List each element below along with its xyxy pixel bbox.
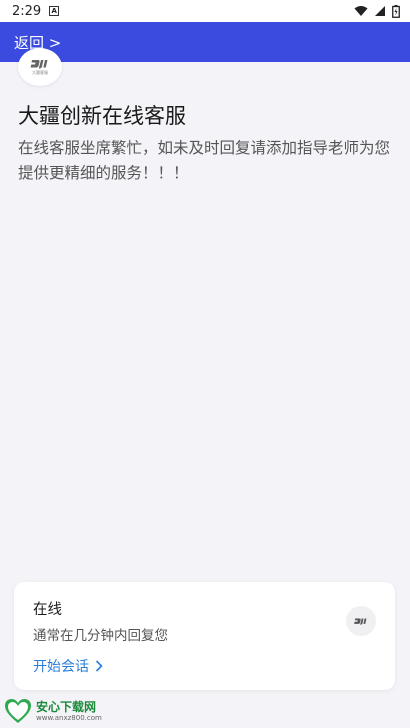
status-right	[354, 4, 400, 18]
status-time: 2:29	[12, 3, 42, 19]
wifi-icon	[354, 6, 368, 16]
agent-avatar	[346, 606, 376, 636]
watermark-text: 安心下载网 www.anxz800.com	[36, 700, 102, 723]
chevron-right-icon	[95, 660, 103, 672]
a-box-icon: A	[49, 6, 60, 16]
page-subtitle: 在线客服坐席繁忙，如未及时回复请添加指导老师为您提供更精细的服务！！！	[18, 139, 391, 182]
dji-logo-icon	[30, 60, 48, 69]
start-chat-button[interactable]: 开始会话	[33, 656, 103, 676]
page-title: 大疆创新在线客服	[18, 104, 186, 128]
site-watermark: 安心下载网 www.anxz800.com	[4, 698, 102, 724]
watermark-badge	[4, 698, 32, 724]
watermark-url: www.anxz800.com	[36, 713, 102, 722]
online-status: 在线	[33, 602, 62, 618]
heart-shield-icon	[5, 699, 31, 723]
dji-logo-icon	[354, 618, 367, 625]
brand-logo: 大疆客服	[18, 48, 62, 86]
app-header: 返回 >	[0, 22, 410, 62]
reply-time-note: 通常在几分钟内回复您	[33, 628, 168, 644]
status-bar: 2:29 A	[0, 0, 410, 22]
watermark-name: 安心下载网	[36, 699, 97, 714]
status-left: 2:29 A	[12, 3, 60, 19]
battery-icon	[392, 4, 400, 18]
start-chat-label: 开始会话	[33, 659, 89, 675]
logo-subtext: 大疆客服	[32, 70, 48, 75]
chat-card: 在线 通常在几分钟内回复您 开始会话	[14, 582, 395, 690]
signal-icon	[375, 6, 385, 16]
